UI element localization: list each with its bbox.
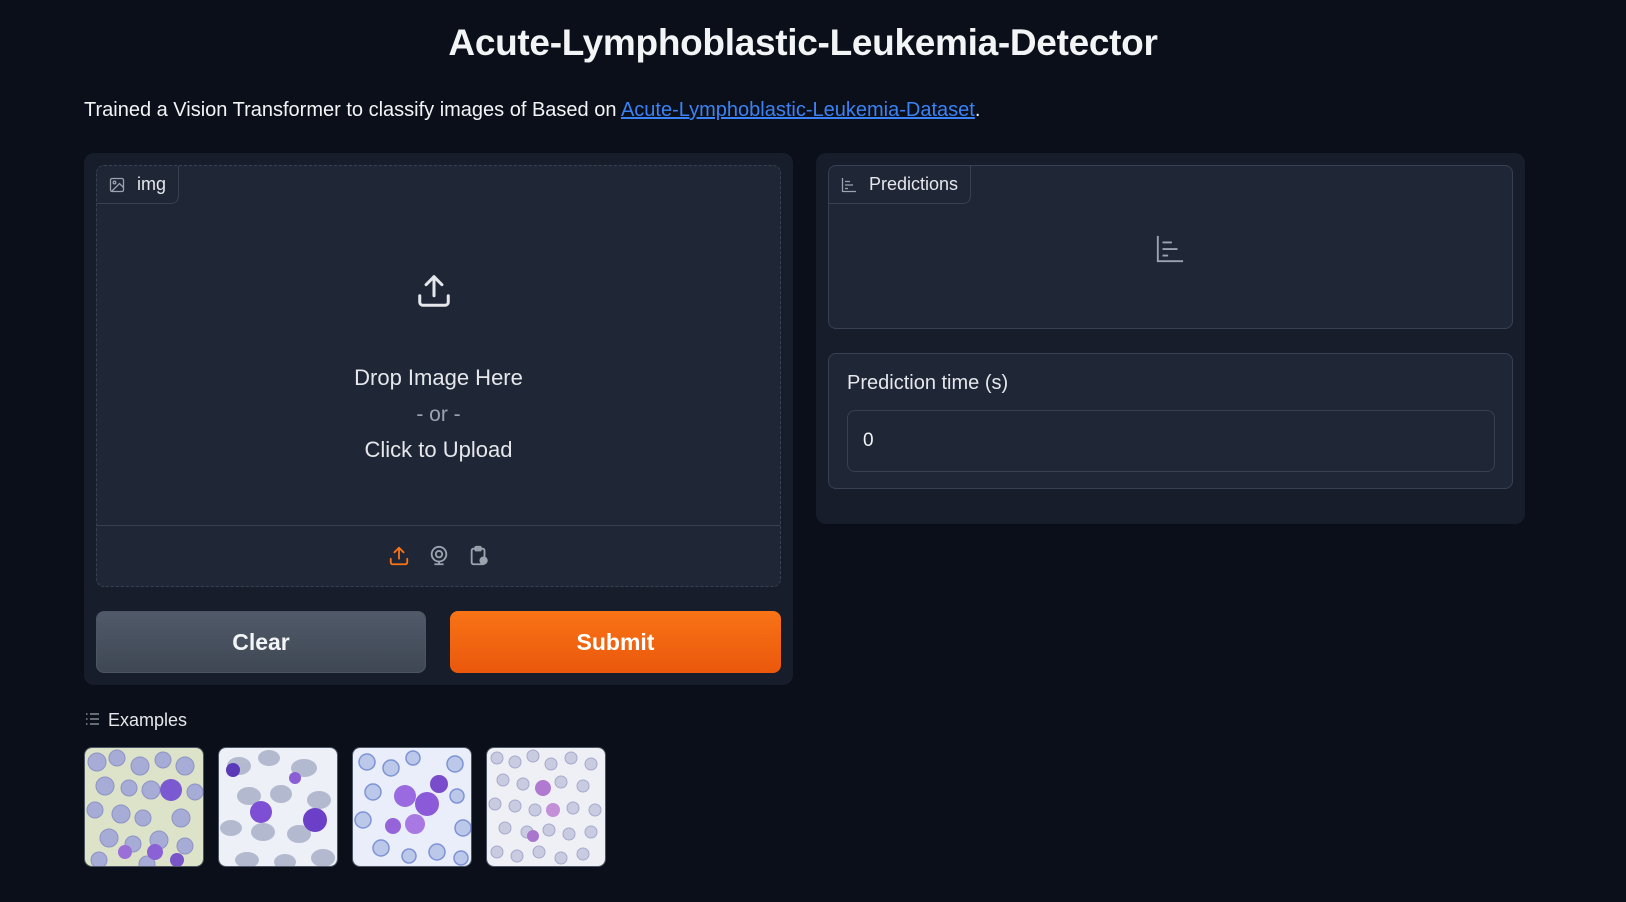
drop-zone[interactable]: Drop Image Here - or - Click to Upload (97, 204, 780, 524)
predictions-label: Predictions (829, 166, 972, 204)
example-image-2[interactable] (218, 747, 338, 867)
clear-button[interactable]: Clear (96, 611, 426, 673)
description-text: Trained a Vision Transformer to classify… (84, 99, 621, 121)
list-icon (85, 710, 100, 731)
predictions-output: Predictions (828, 165, 1513, 329)
output-panel: Predictions Prediction time (s) 0 (816, 153, 1525, 524)
or-separator: - or - (416, 403, 461, 426)
source-selector (97, 525, 780, 586)
input-panel: img Drop Image Here - or - Click to Uplo… (84, 153, 793, 685)
example-image-4[interactable] (486, 747, 606, 867)
example-image-3[interactable] (352, 747, 472, 867)
upload-source-icon[interactable] (386, 543, 412, 569)
webcam-icon[interactable] (426, 543, 452, 569)
drop-image-text: Drop Image Here (354, 365, 523, 390)
image-label-text: img (137, 174, 167, 194)
examples-header: Examples (85, 710, 187, 731)
examples-label: Examples (108, 710, 188, 730)
prediction-time-block: Prediction time (s) 0 (828, 353, 1513, 489)
image-icon (109, 177, 125, 193)
image-label: img (97, 166, 180, 204)
dataset-link[interactable]: Acute-Lymphoblastic-Leukemia-Dataset (621, 99, 975, 121)
submit-button[interactable]: Submit (450, 611, 781, 673)
prediction-time-label: Prediction time (s) (847, 372, 1009, 394)
prediction-time-field[interactable]: 0 (847, 410, 1495, 472)
example-image-1[interactable] (84, 747, 204, 867)
predictions-label-text: Predictions (869, 174, 959, 194)
page-description: Trained a Vision Transformer to classify… (84, 99, 980, 122)
empty-chart-icon (1155, 234, 1185, 269)
page-title: Acute-Lymphoblastic-Leukemia-Detector (448, 22, 1158, 63)
image-upload[interactable]: img Drop Image Here - or - Click to Uplo… (96, 165, 781, 587)
bar-chart-icon (841, 177, 857, 193)
description-suffix: . (974, 99, 981, 121)
clipboard-icon[interactable] (466, 543, 492, 569)
click-to-upload-text: Click to Upload (364, 437, 513, 462)
upload-icon (415, 272, 453, 315)
